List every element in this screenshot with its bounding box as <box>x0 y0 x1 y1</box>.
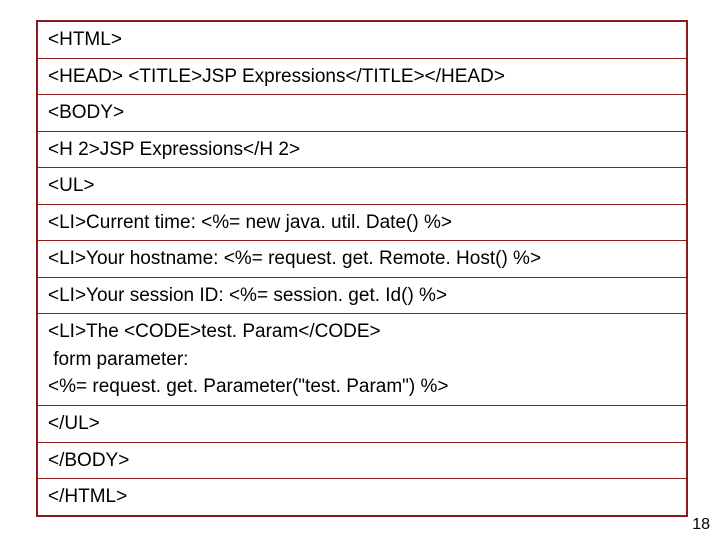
slide-content: <HTML> <HEAD> <TITLE>JSP Expressions</TI… <box>0 0 720 517</box>
code-row: </BODY> <box>38 443 686 480</box>
page-number: 18 <box>692 516 710 534</box>
code-row: <LI>Your session ID: <%= session. get. I… <box>38 278 686 315</box>
code-row: <HTML> <box>38 22 686 59</box>
code-row: </HTML> <box>38 479 686 515</box>
code-table: <HTML> <HEAD> <TITLE>JSP Expressions</TI… <box>36 20 688 517</box>
code-row: <H 2>JSP Expressions</H 2> <box>38 132 686 169</box>
code-row: <UL> <box>38 168 686 205</box>
code-row: <BODY> <box>38 95 686 132</box>
code-row: <LI>Your hostname: <%= request. get. Rem… <box>38 241 686 278</box>
code-row: <LI>Current time: <%= new java. util. Da… <box>38 205 686 242</box>
code-row: <HEAD> <TITLE>JSP Expressions</TITLE></H… <box>38 59 686 96</box>
code-row: <LI>The <CODE>test. Param</CODE> form pa… <box>38 314 686 406</box>
code-row: </UL> <box>38 406 686 443</box>
